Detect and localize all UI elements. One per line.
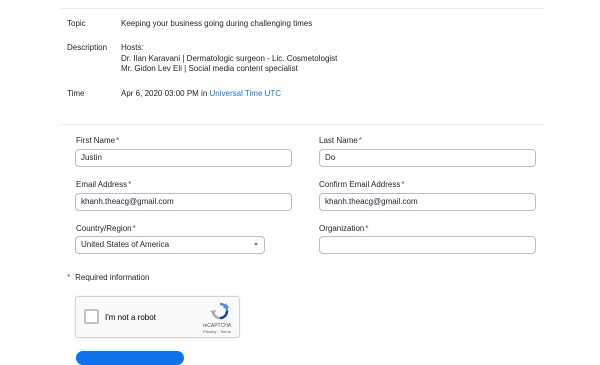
description-line: Dr. Ilan Karavani | Dermatologic surgeon… [121, 53, 338, 63]
confirm-email-label-text: Confirm Email Address [319, 180, 401, 189]
email-field[interactable]: khanh.theacg@gmail.com [75, 193, 292, 211]
recaptcha-widget: I'm not a robot reCAPTCHA Privacy - Term… [75, 296, 240, 338]
country-select-value: United States of America [81, 240, 170, 249]
description-label: Description [67, 43, 108, 52]
topic-label: Topic [67, 19, 86, 28]
required-asterisk: * [116, 136, 120, 145]
recaptcha-logo-icon [210, 302, 229, 320]
time-label: Time [67, 89, 85, 98]
details-divider [60, 124, 544, 125]
top-divider [60, 8, 544, 9]
organization-label-text: Organization [319, 224, 365, 233]
last-name-label-text: Last Name [319, 136, 358, 145]
chevron-down-icon [254, 243, 258, 246]
recaptcha-checkbox[interactable] [84, 309, 99, 324]
country-select[interactable]: United States of America [75, 236, 265, 254]
country-label: Country/Region* [76, 224, 136, 233]
organization-label: Organization* [319, 224, 368, 233]
required-asterisk: * [401, 180, 405, 189]
required-asterisk: * [365, 224, 369, 233]
recaptcha-links[interactable]: Privacy - Terms [199, 329, 235, 334]
description-line: Hosts: [121, 43, 144, 52]
register-button[interactable] [76, 351, 184, 365]
first-name-field[interactable]: Justin [75, 149, 292, 167]
email-label-text: Email Address [76, 180, 128, 189]
required-asterisk: * [67, 273, 71, 282]
description-line: Mr. Gidon Lev Eli | Social media content… [121, 64, 298, 73]
confirm-email-label: Confirm Email Address* [319, 180, 404, 189]
topic-value: Keeping your business going during chall… [121, 19, 313, 28]
required-asterisk: * [128, 180, 132, 189]
email-label: Email Address* [76, 180, 131, 189]
first-name-label-text: First Name [76, 136, 116, 145]
time-text: Apr 6, 2020 03:00 PM in [121, 89, 210, 98]
required-info-text: Required information [75, 273, 150, 282]
confirm-email-field[interactable]: khanh.theacg@gmail.com [319, 193, 536, 211]
last-name-label: Last Name* [319, 136, 362, 145]
country-label-text: Country/Region [76, 224, 132, 233]
first-name-label: First Name* [76, 136, 119, 145]
organization-field[interactable] [319, 236, 536, 254]
required-info: * Required information [67, 273, 149, 282]
time-zone-link[interactable]: Universal Time UTC [210, 89, 282, 98]
recaptcha-label: I'm not a robot [105, 313, 156, 322]
time-value: Apr 6, 2020 03:00 PM in Universal Time U… [121, 89, 281, 100]
last-name-field[interactable]: Do [319, 149, 536, 167]
description-value: Hosts: Dr. Ilan Karavani | Dermatologic … [121, 43, 337, 75]
required-asterisk: * [132, 224, 136, 233]
required-asterisk: * [358, 136, 362, 145]
